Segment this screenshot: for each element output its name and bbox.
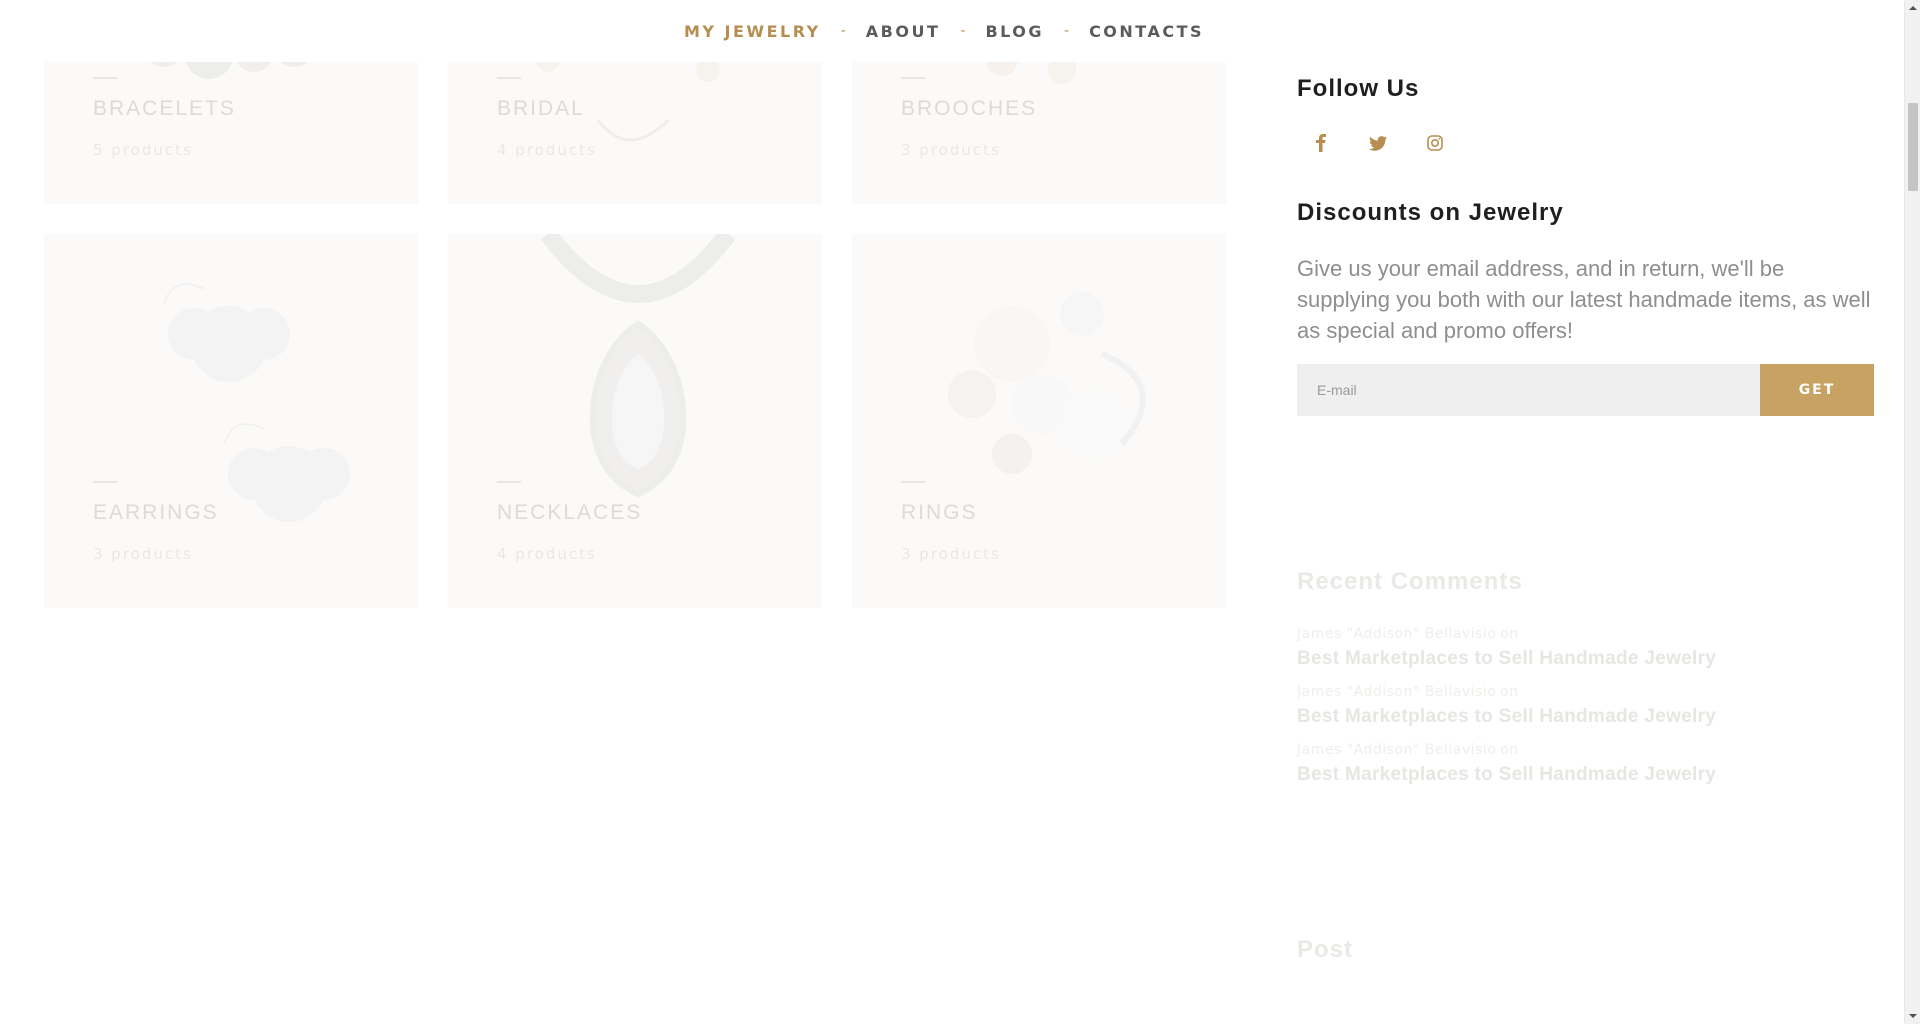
discounts-title: Discounts on Jewelry bbox=[1297, 199, 1564, 226]
email-input[interactable] bbox=[1297, 364, 1760, 416]
nav-item-my-jewelry[interactable]: MY JEWELRY bbox=[684, 22, 821, 41]
follow-us-widget: Follow Us bbox=[1297, 75, 1875, 159]
discounts-widget: Discounts on Jewelry Give us your email … bbox=[1297, 199, 1875, 416]
nav-separator: - bbox=[1064, 23, 1070, 39]
facebook-icon[interactable] bbox=[1305, 127, 1337, 159]
category-tile-earrings[interactable]: EARRINGS 3 products bbox=[44, 234, 418, 608]
comment-on: on bbox=[1500, 684, 1519, 700]
category-name: EARRINGS bbox=[93, 501, 219, 524]
list-item: James "Addison" Bellavisio on Best Market… bbox=[1297, 684, 1875, 728]
nav-item-about[interactable]: ABOUT bbox=[866, 22, 941, 41]
category-grid: BRACELETS 5 products BRIDAL 4 products B… bbox=[44, 0, 1226, 610]
discounts-description: Give us your email address, and in retur… bbox=[1297, 256, 1871, 343]
comment-author[interactable]: James "Addison" Bellavisio bbox=[1297, 684, 1496, 700]
category-name: RINGS bbox=[901, 501, 978, 524]
comment-post-link[interactable]: Best Marketplaces to Sell Handmade Jewel… bbox=[1297, 706, 1875, 728]
scrollbar-thumb[interactable] bbox=[1908, 103, 1918, 191]
category-count: 4 products bbox=[497, 545, 597, 563]
social-links bbox=[1305, 127, 1875, 159]
tile-dash bbox=[497, 77, 521, 79]
category-name: BROOCHES bbox=[901, 97, 1038, 120]
scroll-down-arrow-icon[interactable] bbox=[1905, 1008, 1920, 1024]
comments-list: James "Addison" Bellavisio on Best Market… bbox=[1297, 626, 1875, 786]
nav-item-contacts[interactable]: CONTACTS bbox=[1089, 22, 1204, 41]
comment-author-line: James "Addison" Bellavisio on bbox=[1297, 742, 1875, 758]
get-button[interactable]: GET bbox=[1760, 364, 1874, 416]
sidebar: Follow Us Discounts on Jewelry Give us y… bbox=[1297, 62, 1875, 964]
category-tile-necklaces[interactable]: NECKLACES 4 products bbox=[448, 234, 822, 608]
comment-author-line: James "Addison" Bellavisio on bbox=[1297, 684, 1875, 700]
page-scrollbar[interactable] bbox=[1904, 0, 1920, 1024]
category-count: 3 products bbox=[901, 545, 1001, 563]
nav-separator: - bbox=[840, 23, 846, 39]
nav-separator: - bbox=[960, 23, 966, 39]
recent-comments-title: Recent Comments bbox=[1297, 568, 1523, 595]
comment-post-link[interactable]: Best Marketplaces to Sell Handmade Jewel… bbox=[1297, 648, 1875, 670]
recent-comments-widget: Recent Comments James "Addison" Bellavis… bbox=[1297, 568, 1875, 786]
page: MY JEWELRY - ABOUT - BLOG - CONTACTS BRA… bbox=[0, 0, 1920, 1024]
scroll-up-arrow-icon[interactable] bbox=[1905, 0, 1920, 16]
category-count: 4 products bbox=[497, 141, 597, 159]
comment-post-link[interactable]: Best Marketplaces to Sell Handmade Jewel… bbox=[1297, 764, 1875, 786]
category-name: BRACELETS bbox=[93, 97, 236, 120]
category-count: 3 products bbox=[93, 545, 193, 563]
comment-on: on bbox=[1500, 626, 1519, 642]
category-name: BRIDAL bbox=[497, 97, 585, 120]
tile-dash bbox=[93, 77, 117, 79]
comment-on: on bbox=[1500, 742, 1519, 758]
top-navigation: MY JEWELRY - ABOUT - BLOG - CONTACTS bbox=[0, 0, 1904, 62]
comment-author-line: James "Addison" Bellavisio on bbox=[1297, 626, 1875, 642]
category-tile-rings[interactable]: RINGS 3 products bbox=[852, 234, 1226, 608]
list-item: James "Addison" Bellavisio on Best Market… bbox=[1297, 626, 1875, 670]
category-count: 5 products bbox=[93, 141, 193, 159]
tile-dash bbox=[901, 77, 925, 79]
category-name: NECKLACES bbox=[497, 501, 643, 524]
follow-us-title: Follow Us bbox=[1297, 75, 1420, 102]
subscribe-form: GET bbox=[1297, 364, 1875, 416]
comment-author[interactable]: James "Addison" Bellavisio bbox=[1297, 742, 1496, 758]
comment-author[interactable]: James "Addison" Bellavisio bbox=[1297, 626, 1496, 642]
list-item: James "Addison" Bellavisio on Best Market… bbox=[1297, 742, 1875, 786]
category-count: 3 products bbox=[901, 141, 1001, 159]
instagram-icon[interactable] bbox=[1419, 127, 1451, 159]
twitter-icon[interactable] bbox=[1362, 127, 1394, 159]
tile-dash bbox=[497, 481, 521, 483]
tile-dash bbox=[93, 481, 117, 483]
nav-item-blog[interactable]: BLOG bbox=[985, 22, 1044, 41]
tile-dash bbox=[901, 481, 925, 483]
post-title: Post bbox=[1297, 936, 1354, 963]
post-widget: Post bbox=[1297, 936, 1875, 964]
